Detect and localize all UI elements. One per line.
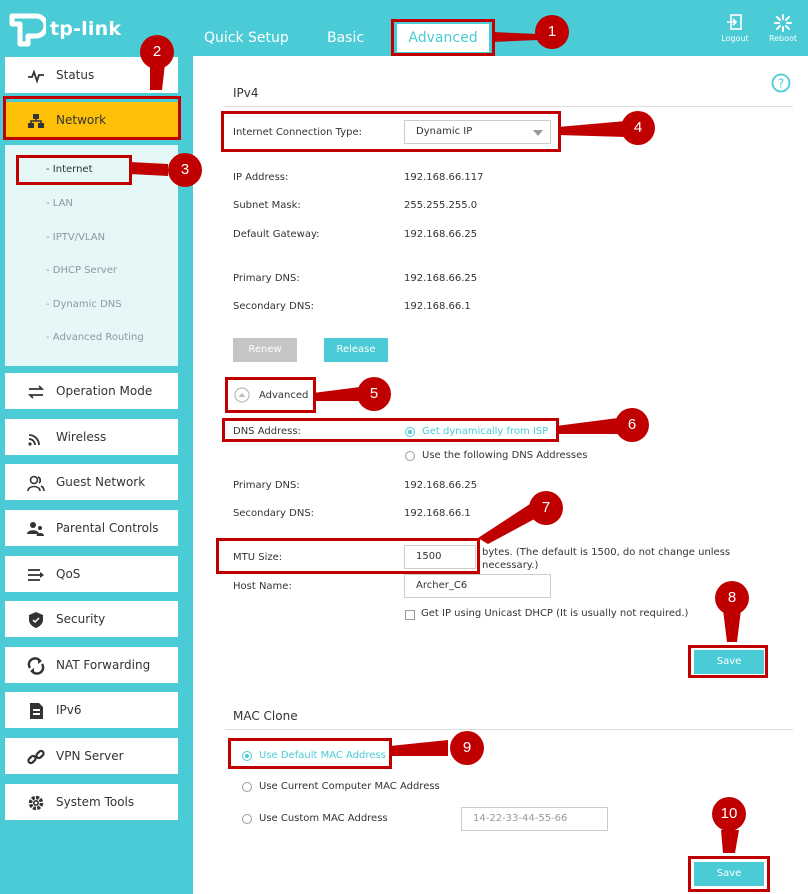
annotation-box-default-mac <box>228 738 392 769</box>
callout-badge: 8 <box>715 581 749 615</box>
annotation-box-save-ipv4 <box>688 645 768 678</box>
callout-badge: 9 <box>450 731 484 765</box>
annotation-box-internet <box>16 155 132 185</box>
callout-badge: 10 <box>712 797 746 831</box>
annotation-box-advanced-toggle <box>225 377 316 413</box>
callout-badge: 2 <box>140 35 174 69</box>
callout-badge: 4 <box>621 111 655 145</box>
annotation-box-network <box>3 96 181 140</box>
annotation-box-save-mac <box>688 856 770 892</box>
callout-badge: 6 <box>615 408 649 442</box>
callout-badge: 3 <box>168 153 202 187</box>
annotation-box-advanced-tab <box>391 19 495 56</box>
callout-badge: 7 <box>529 491 563 525</box>
callout-badge: 1 <box>535 15 569 49</box>
annotation-box-connection-type <box>221 111 561 152</box>
annotation-box-dns-address <box>222 418 559 442</box>
callout-badge: 5 <box>357 377 391 411</box>
annotation-box-mtu <box>216 538 480 574</box>
